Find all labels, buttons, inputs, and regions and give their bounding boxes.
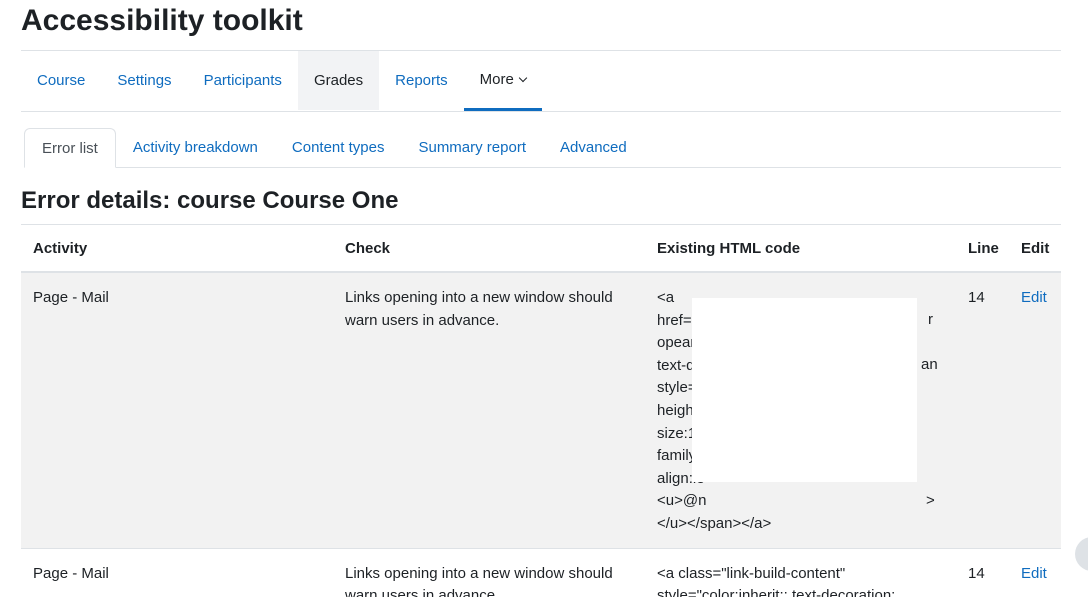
cell-check: Links opening into a new window should w… xyxy=(333,272,645,549)
table-row: Page - Mail Links opening into a new win… xyxy=(21,548,1061,597)
nav-item-more-label: More xyxy=(479,71,514,88)
page: Accessibility toolkit Course Settings Pa… xyxy=(0,0,1088,597)
cell-line: 14 xyxy=(956,272,1009,549)
redaction-block xyxy=(692,298,917,482)
code-line: <u>@n xyxy=(657,492,707,510)
table-row: Page - Mail Links opening into a new win… xyxy=(21,272,1061,549)
code-fragment: > xyxy=(926,492,935,509)
cell-edit: Edit xyxy=(1009,548,1061,597)
column-header-line: Line xyxy=(956,224,1009,273)
code-line: </u></span></a> xyxy=(657,514,772,532)
tab-content-types[interactable]: Content types xyxy=(275,128,402,167)
nav-item-reports[interactable]: Reports xyxy=(379,51,464,110)
cell-edit: Edit xyxy=(1009,272,1061,549)
cell-line: 14 xyxy=(956,548,1009,597)
code-fragment: an xyxy=(921,356,938,373)
secondary-navigation: Course Settings Participants Grades Repo… xyxy=(21,51,1061,112)
code-fragment: r xyxy=(928,311,933,328)
error-table-container: Activity Check Existing HTML code Line E… xyxy=(21,224,1061,597)
nav-item-course[interactable]: Course xyxy=(21,51,101,110)
tab-activity-breakdown[interactable]: Activity breakdown xyxy=(116,128,275,167)
report-tabs: Error list Activity breakdown Content ty… xyxy=(24,128,1061,168)
nav-item-grades[interactable]: Grades xyxy=(297,51,380,110)
table-header-row: Activity Check Existing HTML code Line E… xyxy=(21,224,1061,273)
code-line: <a class="link-build-content" xyxy=(657,564,846,582)
edit-link[interactable]: Edit xyxy=(1021,289,1047,306)
code-line: style="color:inherit;: text-decoration: xyxy=(657,587,896,597)
scroll-to-top-button[interactable] xyxy=(1075,537,1088,571)
cell-activity: Page - Mail xyxy=(21,548,333,597)
cell-check: Links opening into a new window should w… xyxy=(333,548,645,597)
cell-html-code: <a href="h opeanb text-de style=" height… xyxy=(645,272,956,549)
edit-link[interactable]: Edit xyxy=(1021,565,1047,582)
error-table: Activity Check Existing HTML code Line E… xyxy=(21,224,1061,597)
nav-item-more[interactable]: More xyxy=(463,51,542,111)
page-title: Accessibility toolkit xyxy=(21,4,303,37)
cell-activity: Page - Mail xyxy=(21,272,333,549)
column-header-html-code: Existing HTML code xyxy=(645,224,956,273)
cell-html-code: <a class="link-build-content" style="col… xyxy=(645,548,956,597)
section-heading: Error details: course Course One xyxy=(21,187,399,214)
nav-item-participants[interactable]: Participants xyxy=(188,51,298,110)
tab-summary-report[interactable]: Summary report xyxy=(401,128,543,167)
tab-advanced[interactable]: Advanced xyxy=(543,128,644,167)
nav-item-settings[interactable]: Settings xyxy=(101,51,187,110)
column-header-activity: Activity xyxy=(21,224,333,273)
column-header-edit: Edit xyxy=(1009,224,1061,273)
tab-error-list[interactable]: Error list xyxy=(24,128,116,168)
column-header-check: Check xyxy=(333,224,645,273)
chevron-down-icon xyxy=(518,73,528,82)
